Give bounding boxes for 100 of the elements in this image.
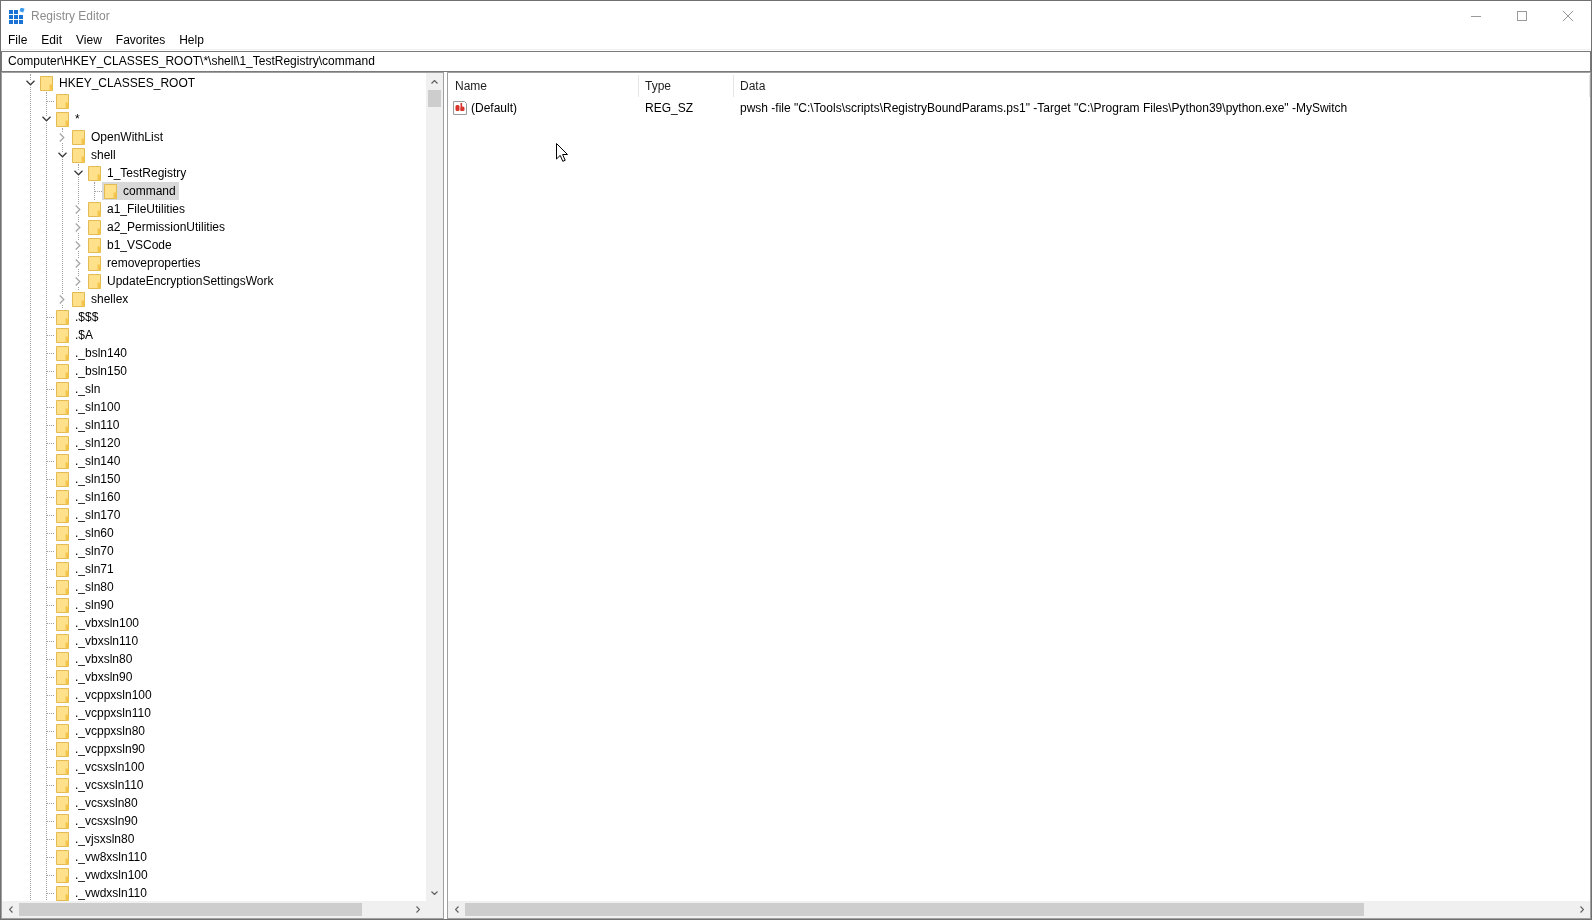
tree-item[interactable]: ._sln71 [54,560,117,578]
menu-item[interactable]: Favorites [108,30,173,50]
tree-item[interactable]: ._vwdxsln110 [54,884,150,901]
folder-icon [56,885,69,901]
tree-item[interactable]: ._vbxsln110 [54,632,142,650]
tree-item[interactable]: ._vjsxsln80 [54,830,138,848]
folder-icon [88,219,101,235]
tree-item[interactable]: ._sln160 [54,488,124,506]
tree-item[interactable]: ._vw8xsln110 [54,848,150,866]
tree-item[interactable]: .$$$ [54,308,102,326]
folder-icon [56,669,69,685]
tree-item[interactable]: ._vbxsln80 [54,650,136,668]
tree-item[interactable]: ._sln60 [54,524,117,542]
folder-icon [56,489,69,505]
tree-item[interactable]: ._sln170 [54,506,124,524]
value-type: REG_SZ [645,101,693,115]
chevron-down-icon[interactable] [25,80,35,86]
chevron-right-icon[interactable] [75,276,81,286]
tree-item[interactable]: ._vbxsln100 [54,614,143,632]
folder-icon [56,795,69,811]
chevron-left-icon[interactable] [8,906,13,913]
folder-icon [56,309,69,325]
folder-icon [56,687,69,703]
chevron-right-icon[interactable] [1579,906,1584,913]
tree-item[interactable]: a2_PermissionUtilities [86,218,229,236]
maximize-icon [1517,11,1527,21]
column-header[interactable]: Name [448,75,639,97]
tree-item[interactable]: removeproperties [86,254,204,272]
tree-item[interactable]: UpdateEncryptionSettingsWork [86,272,277,290]
chevron-right-icon[interactable] [75,258,81,268]
chevron-down-icon[interactable] [57,152,67,158]
tree-item[interactable]: ._vcsxsln110 [54,776,147,794]
tree-item[interactable]: * [54,110,83,128]
chevron-down-icon[interactable] [431,890,438,895]
tree-item[interactable]: ._sln90 [54,596,117,614]
chevron-right-icon[interactable] [75,204,81,214]
tree-item[interactable]: command [102,182,179,200]
folder-icon [72,129,85,145]
tree-item[interactable]: b1_VSCode [86,236,175,254]
chevron-down-icon[interactable] [73,170,83,176]
folder-icon [88,201,101,217]
chevron-left-icon[interactable] [454,906,459,913]
tree-item[interactable]: ._vcsxsln90 [54,812,141,830]
tree-item[interactable]: shellex [70,290,132,308]
folder-icon [56,597,69,613]
scrollbar-thumb[interactable] [19,903,362,916]
tree-item[interactable]: ._vwdxsln100 [54,866,151,884]
menu-item[interactable]: View [69,30,109,50]
menu-item[interactable]: Help [172,30,211,50]
scrollbar-thumb[interactable] [428,90,441,107]
minimize-icon [1471,15,1481,17]
mouse-pointer-icon [556,143,568,162]
chevron-right-icon[interactable] [75,222,81,232]
tree-item[interactable]: ._sln110 [54,416,123,434]
tree-item[interactable]: ._vcppxsln100 [54,686,155,704]
tree-item[interactable]: .$A [54,326,96,344]
tree-item[interactable]: ._sln70 [54,542,117,560]
tree-item[interactable]: ._vcppxsln90 [54,740,149,758]
tree-item[interactable]: ._bsln150 [54,362,131,380]
folder-icon [56,651,69,667]
tree-item[interactable]: ._vbxsln90 [54,668,136,686]
chevron-right-icon[interactable] [59,132,65,142]
tree-item[interactable]: ._bsln140 [54,344,131,362]
folder-icon [56,813,69,829]
folder-icon [88,273,101,289]
scrollbar-thumb[interactable] [465,903,1364,916]
chevron-right-icon[interactable] [75,240,81,250]
folder-icon [104,183,117,199]
chevron-up-icon[interactable] [431,79,438,84]
folder-icon [72,147,85,163]
tree-item[interactable]: HKEY_CLASSES_ROOT [38,74,199,92]
tree-item[interactable]: ._sln140 [54,452,124,470]
tree-item[interactable]: a1_FileUtilities [86,200,189,218]
chevron-right-icon[interactable] [59,294,65,304]
tree-item[interactable]: shell [70,146,119,164]
folder-icon [56,93,69,109]
tree-item[interactable]: ._sln80 [54,578,117,596]
tree-item[interactable]: 1_TestRegistry [86,164,190,182]
tree-item[interactable]: OpenWithList [70,128,167,146]
tree-item[interactable]: ._vcsxsln100 [54,758,148,776]
chevron-down-icon[interactable] [41,116,51,122]
folder-icon [56,849,69,865]
tree-item[interactable]: ._sln [54,380,104,398]
menu-item[interactable]: Edit [34,30,70,50]
chevron-right-icon[interactable] [415,906,420,913]
tree-item[interactable]: ._sln100 [54,398,124,416]
tree-item[interactable] [54,92,72,110]
close-icon [1563,11,1573,21]
tree-item[interactable]: ._sln120 [54,434,124,452]
address-field[interactable]: Computer\HKEY_CLASSES_ROOT\*\shell\1_TestRegistry\command [1,51,1591,72]
column-header[interactable]: Type [639,75,734,97]
tree-item[interactable]: ._vcppxsln110 [54,704,154,722]
column-header[interactable]: Data [734,75,1590,97]
tree-item[interactable]: ._vcsxsln80 [54,794,141,812]
folder-icon [56,705,69,721]
tree-item[interactable]: ._vcppxsln80 [54,722,149,740]
tree-item[interactable]: ._sln150 [54,470,124,488]
folder-icon [72,291,85,307]
menu-item[interactable]: File [1,30,35,50]
folder-icon [56,507,69,523]
